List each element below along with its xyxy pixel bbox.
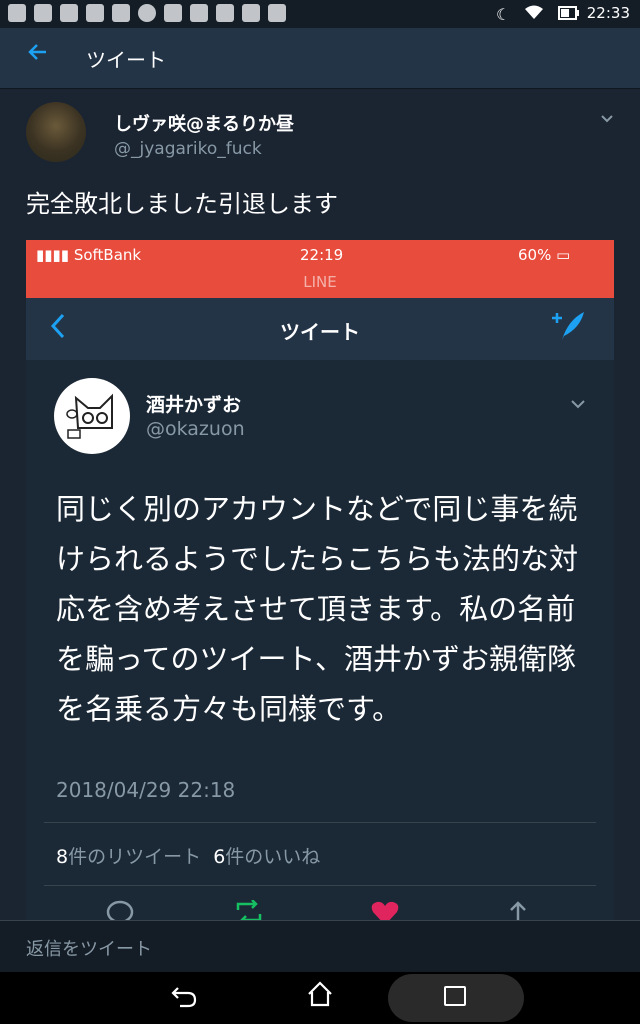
notification-icon	[60, 4, 78, 22]
notification-icon	[138, 4, 156, 22]
divider	[44, 822, 596, 823]
reply-bar[interactable]: 返信をツイート	[0, 920, 640, 973]
battery-icon	[558, 5, 580, 24]
notification-icon	[34, 4, 52, 22]
status-bar: ☾ 22:33	[0, 0, 640, 28]
tweet-timestamp: 2018/04/29 22:18	[56, 778, 236, 802]
compose-tweet-icon	[550, 310, 586, 349]
reply-input[interactable]: 返信をツイート	[26, 935, 152, 961]
system-icons: ☾	[496, 4, 580, 24]
embedded-header: ツイート	[26, 298, 614, 360]
quoted-tweet-body: 同じく別のアカウントなどで同じ事を続けられるようでしたらこちらも法的な対応を含め…	[56, 492, 579, 726]
quoted-author-name: 酒井かずお	[146, 394, 242, 416]
weather-icon	[112, 4, 130, 22]
reply-notification-icon	[216, 4, 234, 22]
embedded-time: 22:19	[300, 246, 344, 264]
back-arrow-icon[interactable]	[26, 40, 50, 71]
notification-icon	[8, 4, 26, 22]
battery-icon: ▭	[556, 246, 571, 264]
quoted-author-handle: @okazuon	[146, 418, 245, 440]
carrier-text: SoftBank	[73, 246, 142, 264]
attached-image[interactable]: ▮▮▮▮ SoftBank 22:19 60% ▭ LINE ツイート 酒井かず…	[26, 240, 614, 970]
download-icon	[268, 4, 286, 22]
like-label: 件のいいね	[225, 846, 321, 868]
page-title: ツイート	[86, 48, 166, 72]
embedded-title: ツイート	[280, 320, 360, 344]
signal-icon: ▮▮▮▮	[36, 246, 70, 264]
author-avatar[interactable]	[26, 102, 86, 162]
tweet-text: 完全敗北しました引退します	[26, 190, 338, 218]
status-clock: 22:33	[586, 4, 630, 22]
navigation-bar	[0, 972, 640, 1024]
retweet-label: 件のリツイート	[68, 846, 202, 868]
reply-notification-icon	[242, 4, 260, 22]
notification-icons	[8, 4, 286, 22]
caret-down-icon	[570, 394, 586, 413]
notification-icon	[86, 4, 104, 22]
caret-down-icon[interactable]	[600, 112, 614, 128]
image-icon	[190, 4, 208, 22]
tweet-stats: 8件のリツイート 6件のいいね	[56, 842, 320, 869]
embedded-status-bar: ▮▮▮▮ SoftBank 22:19 60% ▭ LINE	[26, 240, 614, 298]
author-name[interactable]: しヴァ咲@まるりか昼	[114, 110, 294, 136]
nav-back-icon[interactable]	[170, 982, 198, 1017]
author-handle[interactable]: @_jyagariko_fuck	[114, 139, 262, 159]
cat-avatar	[54, 378, 130, 454]
carrier-label: ▮▮▮▮ SoftBank	[36, 246, 141, 264]
embedded-battery: 60% ▭	[518, 246, 570, 264]
nav-recents-icon[interactable]	[444, 986, 466, 1006]
divider	[44, 885, 596, 886]
battery-percent: 60%	[518, 246, 552, 264]
wifi-icon	[524, 4, 544, 24]
moon-icon: ☾	[496, 4, 511, 24]
notification-icon	[164, 4, 182, 22]
app-label: LINE	[303, 273, 337, 291]
like-count: 6	[213, 846, 226, 868]
app-header: ツイート	[0, 28, 640, 89]
retweet-count: 8	[56, 846, 69, 868]
nav-home-icon[interactable]	[306, 980, 334, 1015]
